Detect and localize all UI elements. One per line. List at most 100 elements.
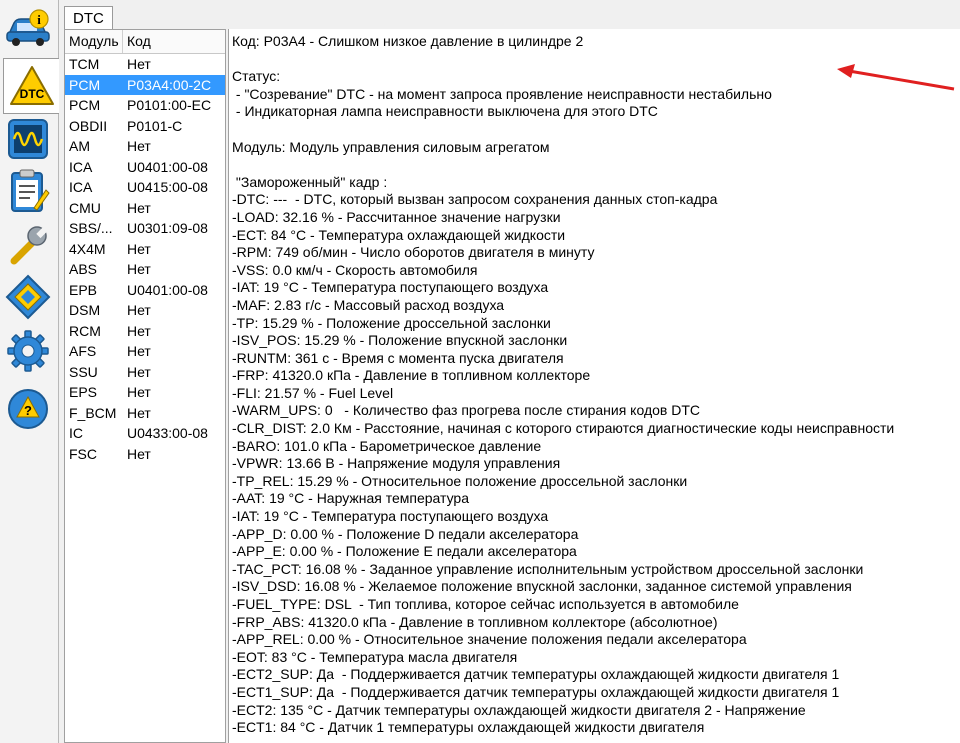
module-code: Нет <box>127 384 151 400</box>
module-code: U0415:00-08 <box>127 179 208 195</box>
help-icon[interactable]: ? <box>3 384 53 434</box>
module-name: ABS <box>69 261 98 277</box>
module-name: DSM <box>69 302 101 318</box>
module-code: Нет <box>127 138 151 154</box>
chip-icon[interactable] <box>3 272 53 322</box>
module-code: Нет <box>127 302 151 318</box>
detail-line: -ECT1: 84 °C - Датчик 1 температуры охла… <box>232 719 705 736</box>
detail-line: -TP: 15.29 % - Положение дроссельной зас… <box>232 314 551 331</box>
module-row[interactable]: ICA U0415:00-08 <box>65 177 225 198</box>
module-code: Нет <box>127 56 151 72</box>
dtc-details-text: Код: P03A4 - Слишком низкое давление в ц… <box>229 29 960 737</box>
module-row[interactable]: ICA U0401:00-08 <box>65 157 225 178</box>
module-row[interactable]: ABS Нет <box>65 259 225 280</box>
module-row[interactable]: RCM Нет <box>65 321 225 342</box>
module-name: EPS <box>69 384 98 400</box>
module-row[interactable]: TCM Нет <box>65 54 225 75</box>
module-code: U0401:00-08 <box>127 158 208 175</box>
detail-line: -AAT: 19 °C - Наружная температура <box>232 490 470 507</box>
svg-text:i: i <box>37 12 41 27</box>
module-row[interactable]: CMU Нет <box>65 198 225 219</box>
checklist-icon[interactable] <box>3 166 53 216</box>
annotation-arrow-icon <box>837 64 955 91</box>
module-code: Нет <box>127 240 151 257</box>
module-name: EPB <box>69 281 98 298</box>
module-row[interactable]: DSM Нет <box>65 300 225 321</box>
module-code: Нет <box>127 363 151 380</box>
module-row[interactable]: OBDII P0101-C <box>65 116 225 137</box>
module-list[interactable]: Модуль Код TCM Нет PCM P03A4:00-2C PCM P0101:… <box>64 29 226 743</box>
module-name: AFS <box>69 343 97 359</box>
detail-line: -FRP: 41320.0 кПа - Давление в топливном… <box>232 367 591 384</box>
detail-line: -ISV_DSD: 16.08 % - Желаемое положение в… <box>232 578 852 595</box>
detail-line: -RPM: 749 об/мин - Число оборотов двигат… <box>232 244 595 261</box>
detail-line: -FLI: 21.57 % - Fuel Level <box>232 384 394 401</box>
tab-dtc[interactable]: DTC <box>64 6 113 30</box>
module-row[interactable]: EPB U0401:00-08 <box>65 280 225 301</box>
detail-line: -RUNTM: 361 с - Время с момента пуска дв… <box>232 349 564 366</box>
module-code: Нет <box>127 199 151 216</box>
detail-line: -VSS: 0.0 км/ч - Скорость автомобиля <box>232 261 478 278</box>
module-list-header: Модуль Код <box>65 30 225 54</box>
oscilloscope-icon[interactable] <box>3 114 53 164</box>
wrench-icon[interactable] <box>3 220 53 270</box>
detail-line: -ECT1_SUP: Да - Поддерживается датчик те… <box>232 683 840 700</box>
gear-icon[interactable] <box>3 326 53 376</box>
detail-line: -TAC_PCT: 16.08 % - Заданное управление … <box>232 560 864 577</box>
detail-line: -IAT: 19 °C - Температура поступающего в… <box>232 508 549 525</box>
module-name: 4X4M <box>69 240 106 257</box>
module-code: Нет <box>127 445 151 462</box>
svg-text:?: ? <box>24 403 32 418</box>
module-row[interactable]: SSU Нет <box>65 362 225 383</box>
module-row[interactable]: AM Нет <box>65 136 225 157</box>
module-row[interactable]: 4X4M Нет <box>65 239 225 260</box>
module-name: CMU <box>69 199 101 216</box>
detail-line: -CLR_DIST: 2.0 Км - Расстояние, начиная … <box>232 420 895 437</box>
module-row[interactable]: F_BCM Нет <box>65 403 225 424</box>
module-name: TCM <box>69 56 100 72</box>
module-name: AM <box>69 138 90 154</box>
module-code: P03A4:00-2C <box>127 76 212 93</box>
detail-line <box>232 121 960 139</box>
detail-line: -VPWR: 13.66 В - Напряжение модуля управ… <box>232 455 561 472</box>
detail-line: - Индикаторная лампа неисправности выклю… <box>232 103 658 120</box>
detail-line: -LOAD: 32.16 % - Рассчитанное значение н… <box>232 208 561 225</box>
module-name: SSU <box>69 363 98 380</box>
detail-line: -FRP_ABS: 41320.0 кПа - Давление в топли… <box>232 613 718 630</box>
detail-line: "Замороженный" кадр : <box>232 173 388 190</box>
module-row[interactable]: IC U0433:00-08 <box>65 423 225 444</box>
detail-line: -ECT2_SUP: Да - Поддерживается датчик те… <box>232 666 840 683</box>
module-row[interactable]: AFS Нет <box>65 341 225 362</box>
module-code: U0433:00-08 <box>127 425 208 441</box>
module-row[interactable]: SBS/... U0301:09-08 <box>65 218 225 239</box>
module-name: IC <box>69 425 83 441</box>
module-code: Нет <box>127 322 151 339</box>
dtc-warning-icon[interactable]: DTC <box>3 58 59 114</box>
module-row[interactable]: FSC Нет <box>65 444 225 465</box>
sidebar: i DTC ? <box>0 0 59 743</box>
module-name: PCM <box>69 97 101 113</box>
detail-line: -ISV_POS: 15.29 % - Положение впускной з… <box>232 332 568 349</box>
detail-line: -MAF: 2.83 г/с - Массовый расход воздуха <box>232 296 505 313</box>
detail-line: -TP_REL: 15.29 % - Относительное положен… <box>232 472 688 489</box>
module-code: U0401:00-08 <box>127 281 208 298</box>
module-code: Нет <box>127 404 151 421</box>
detail-line: -IAT: 19 °C - Температура поступающего в… <box>232 279 549 296</box>
column-header-module[interactable]: Модуль <box>65 30 123 53</box>
module-name: SBS/... <box>69 220 113 236</box>
module-row[interactable]: PCM P0101:00-EC <box>65 95 225 116</box>
module-code: P0101-C <box>127 117 183 134</box>
module-name: PCM <box>69 76 101 93</box>
column-header-code[interactable]: Код <box>123 30 151 53</box>
module-rows: TCM Нет PCM P03A4:00-2C PCM P0101:00-EC OBDII P… <box>65 54 225 464</box>
dtc-details-panel: Код: P03A4 - Слишком низкое давление в ц… <box>228 29 960 743</box>
detail-line: -APP_E: 0.00 % - Положение E педали аксе… <box>232 543 577 560</box>
module-code: Нет <box>127 343 151 359</box>
info-car-icon[interactable]: i <box>3 3 53 53</box>
detail-line <box>232 156 960 174</box>
module-row[interactable]: PCM P03A4:00-2C <box>65 74 225 95</box>
module-row[interactable]: EPS Нет <box>65 382 225 403</box>
module-name: F_BCM <box>69 404 117 421</box>
detail-line: -ECT2: 135 °C - Датчик температуры охлаж… <box>232 701 806 718</box>
detail-line: -DTC: --- - DTC, который вызван запросом… <box>232 191 718 208</box>
